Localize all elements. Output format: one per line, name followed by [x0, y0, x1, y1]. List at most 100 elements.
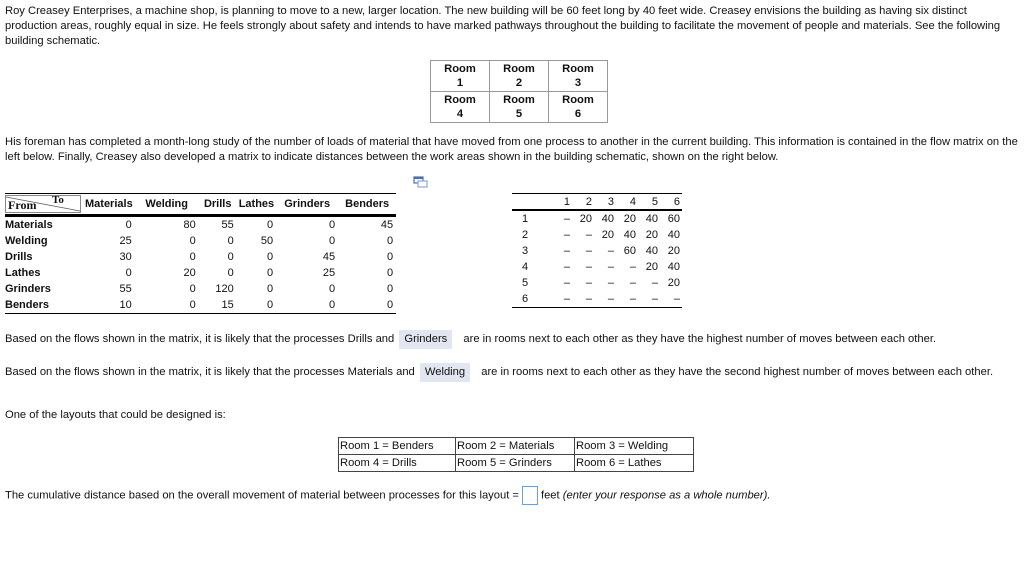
- layout-cell: Room 2 = Materials: [455, 437, 575, 455]
- schematic-room-3: Room 3: [548, 60, 608, 92]
- flow-cell: 120: [215, 283, 234, 295]
- row-header: 3: [522, 245, 529, 257]
- flow-cell: 20: [183, 267, 196, 279]
- cumulative-distance-input[interactable]: [521, 486, 538, 505]
- flow-cell: 0: [227, 251, 234, 263]
- layout-cell: Room 3 = Welding: [574, 437, 694, 455]
- distance-cell: –: [651, 293, 658, 305]
- flow-cell: 0: [189, 251, 196, 263]
- distance-matrix: 1 2 3 4 5 6 1–20 40 20 40 60 2– –20 40 20 40 3– – –6…: [512, 193, 682, 308]
- row-header: Materials: [5, 219, 53, 231]
- distance-cell: 40: [667, 261, 680, 273]
- row-header: Lathes: [5, 267, 41, 279]
- flow-cell: 0: [329, 219, 336, 231]
- flow-row: Materials 0 80 55 0 0 45: [5, 216, 396, 234]
- flow-cell: 25: [119, 235, 132, 247]
- question-2: Based on the flows shown in the matrix, …: [5, 363, 1005, 382]
- distance-row: 2– –20 40 20 40: [512, 227, 682, 243]
- distance-cell: 40: [645, 245, 658, 257]
- flow-cell: 0: [189, 283, 196, 295]
- distance-cell: –: [563, 245, 570, 257]
- distance-cell: –: [563, 277, 570, 289]
- flow-cell: 0: [329, 235, 336, 247]
- schematic-room-5: Room 5: [489, 91, 549, 123]
- distance-cell: –: [585, 229, 592, 241]
- corner-cell: [512, 193, 550, 211]
- flow-cell: 0: [387, 267, 394, 279]
- distance-cell: 20: [667, 277, 680, 289]
- distance-cell: 40: [601, 213, 614, 225]
- flow-row: Drills 30 0 0 0 45 0: [5, 249, 396, 265]
- distance-cell: 40: [645, 213, 658, 225]
- flow-row: Grinders 55 0 120 0 0 0: [5, 281, 396, 297]
- flow-cell: 45: [380, 219, 394, 231]
- row-header: Grinders: [5, 283, 51, 295]
- column-header: 4: [616, 193, 638, 211]
- column-header: Grinders: [276, 193, 339, 217]
- column-header: Welding: [134, 193, 199, 217]
- flow-cell: 45: [322, 251, 336, 263]
- distance-cell: –: [585, 277, 592, 289]
- distance-cell: –: [563, 261, 570, 273]
- flow-cell: 25: [322, 267, 336, 279]
- flow-cell: 15: [221, 299, 234, 311]
- distance-row: 1–20 40 20 40 60: [512, 210, 682, 227]
- flow-row: Welding 25 0 0 50 0 0: [5, 233, 396, 249]
- column-header: Lathes: [236, 193, 277, 217]
- layout-intro: One of the layouts that could be designe…: [5, 409, 226, 421]
- row-header: 5: [522, 277, 529, 289]
- flow-cell: 55: [119, 283, 132, 295]
- row-header: Welding: [5, 235, 48, 247]
- distance-cell: –: [629, 293, 636, 305]
- distance-cell: 60: [667, 213, 680, 225]
- distance-row: 5– – – – –20: [512, 275, 682, 291]
- flow-matrix: From To Materials Welding Drills Lathes …: [5, 193, 397, 314]
- answer-dropdown-1[interactable]: Grinders: [399, 330, 453, 349]
- question-1: Based on the flows shown in the matrix, …: [5, 330, 936, 349]
- distance-cell: 20: [579, 213, 592, 225]
- schematic-room-4: Room 4: [430, 91, 490, 123]
- column-header: 5: [638, 193, 660, 211]
- flow-row: Lathes 0 20 0 0 25 0: [5, 265, 396, 281]
- distance-cell: –: [563, 213, 570, 225]
- distance-cell: –: [563, 229, 570, 241]
- flow-cell: 0: [227, 267, 234, 279]
- popout-window-icon[interactable]: [413, 176, 429, 188]
- flow-cell: 0: [329, 299, 336, 311]
- schematic-room-1: Room 1: [430, 60, 490, 92]
- layout-table: Room 1 = Benders Room 2 = Materials Room…: [338, 437, 694, 472]
- foreman-paragraph: His foreman has completed a month-long s…: [5, 136, 1018, 163]
- flow-cell: 30: [119, 251, 132, 263]
- distance-cell: 20: [623, 213, 636, 225]
- distance-cell: –: [651, 277, 658, 289]
- column-header: 6: [660, 193, 682, 211]
- column-header: Benders: [338, 193, 397, 217]
- distance-cell: –: [585, 245, 592, 257]
- flow-cell: 80: [183, 219, 196, 231]
- layout-cell: Room 6 = Lathes: [574, 454, 694, 472]
- column-header: Materials: [83, 193, 135, 217]
- flow-cell: 0: [267, 219, 274, 231]
- intro-paragraph: Roy Creasey Enterprises, a machine shop,…: [5, 5, 1001, 47]
- distance-cell: –: [607, 261, 614, 273]
- flow-cell: 0: [267, 283, 274, 295]
- answer-dropdown-2[interactable]: Welding: [419, 363, 471, 382]
- distance-cell: –: [585, 293, 592, 305]
- distance-cell: –: [585, 261, 592, 273]
- distance-cell: 40: [623, 229, 636, 241]
- row-header: Benders: [5, 299, 50, 311]
- flow-cell: 0: [125, 267, 132, 279]
- flow-cell: 0: [267, 267, 274, 279]
- flow-cell: 0: [267, 299, 274, 311]
- distance-cell: –: [629, 277, 636, 289]
- distance-cell: –: [673, 293, 680, 305]
- distance-row: 6 – – – – – –: [512, 291, 682, 308]
- flow-cell: 0: [329, 283, 336, 295]
- distance-cell: 20: [645, 261, 658, 273]
- flow-row: Benders 10 0 15 0 0 0: [5, 297, 396, 314]
- flow-cell: 0: [125, 219, 132, 231]
- from-to-corner: From To: [5, 193, 83, 217]
- distance-cell: 40: [667, 229, 680, 241]
- flow-cell: 0: [189, 235, 196, 247]
- flow-cell: 50: [260, 235, 274, 247]
